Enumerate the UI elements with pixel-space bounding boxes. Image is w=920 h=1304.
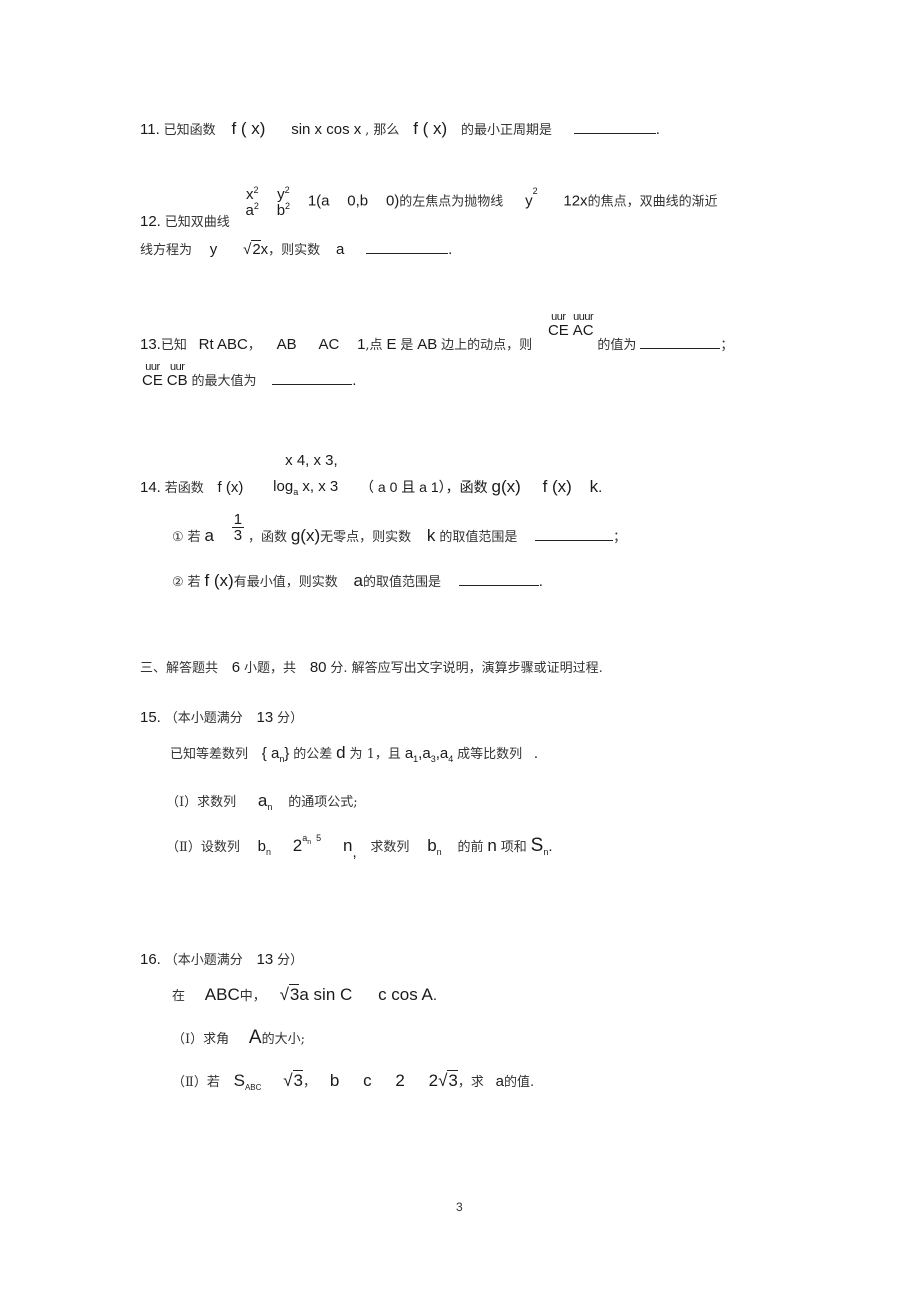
question-number: 15. (140, 709, 161, 726)
fraction-one-third: 1 3 (231, 511, 245, 544)
question-14-part-2: ② 若 f (x)有最小值，则实数 a的取值范围是 . (172, 571, 543, 590)
question-14-part-1: ① 若 a 1 3 ，函数 g(x)无零点，则实数 k 的取值范围是 ； (172, 511, 627, 546)
question-15-part-2: （Ⅱ）设数列 bn 2an 5 n, 求数列 bn 的前 n 项和 Sn. (166, 833, 553, 861)
question-number: 16. (140, 951, 161, 968)
question-12-line-2: 线方程为 y √2x，则实数 a . (140, 240, 453, 258)
question-13-line-2: uur CE uur CB 的最大值为 . (142, 361, 357, 389)
vector-cb: uur CB (166, 361, 188, 389)
answer-blank (573, 132, 656, 134)
question-13: 13.已知 Rt ABC， AB AC 1,点 E 是 AB 边上的动点，则 u… (140, 311, 734, 353)
vector-ac: uuur AC (572, 311, 594, 339)
question-12: 12. 已知双曲线 x2 a2 y2 b2 1(a 0,b 0)的左焦点为抛物线… (140, 185, 718, 230)
question-15-statement: 已知等差数列 { an} 的公差 d 为 1，且 a1,a3,a4 成等比数列 … (170, 743, 539, 764)
question-16-part-2: （Ⅱ）若 SABC √3， b c 2 2√3，求 a的值. (172, 1070, 535, 1092)
question-number: 13. (140, 336, 161, 353)
answer-blank (535, 539, 614, 542)
question-15-part-1: （Ⅰ）求数列 an 的通项公式; (166, 791, 358, 812)
vector-ce: uur CE (547, 311, 569, 339)
vector-ce: uur CE (142, 361, 163, 389)
sqrt-3: √3 (279, 984, 300, 1004)
question-number: 11. (140, 121, 160, 138)
answer-blank (458, 584, 539, 586)
question-16-statement: 在 ABC中， √3a sin C c cos A. (172, 984, 438, 1004)
answer-blank (272, 383, 353, 385)
section-3-heading: 三、解答题共 6 小题，共 80 分. 解答应写出文字说明，演算步骤或证明过程. (140, 659, 603, 676)
fraction-y2-b2: y2 b2 (276, 185, 291, 219)
question-15-header: 15. （本小题满分 13 分） (140, 709, 304, 726)
page-number: 3 (456, 1200, 463, 1214)
question-11: 11. 已知函数 f ( x) sin x cos x , 那么 f ( x) … (140, 119, 660, 138)
sqrt-2: √2 (243, 240, 261, 258)
question-16-part-1: （Ⅰ）求角 A的大小; (172, 1027, 305, 1048)
fraction-x2-a2: x2 a2 (245, 185, 259, 219)
sqrt-3: √3 (283, 1070, 304, 1090)
sqrt-3: √3 (438, 1070, 458, 1090)
question-number: 14. (140, 478, 161, 496)
answer-blank (640, 347, 721, 349)
answer-blank (366, 252, 449, 254)
question-number: 12. (140, 212, 161, 230)
piecewise-function: x 4, x 3, loga x, x 3 (273, 452, 339, 497)
question-14: 14. 若函数 f (x) x 4, x 3, loga x, x 3 （ a … (140, 448, 602, 500)
question-16-header: 16. （本小题满分 13 分） (140, 951, 304, 968)
